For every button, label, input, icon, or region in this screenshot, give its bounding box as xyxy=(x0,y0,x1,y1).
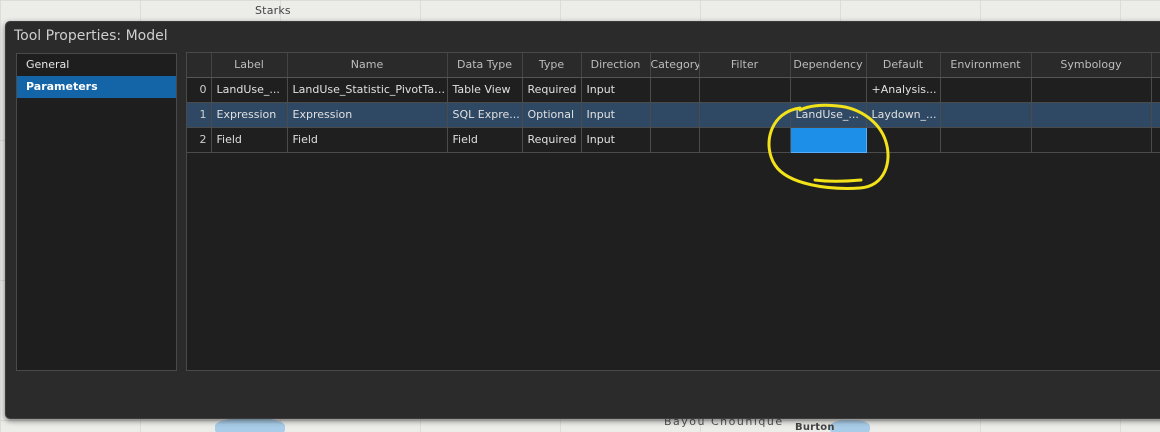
map-label-starks: Starks xyxy=(255,4,291,17)
cell-default[interactable]: +Analysis... xyxy=(866,77,941,103)
cell-data-type[interactable]: SQL Expre... xyxy=(447,102,523,128)
cell-dependency[interactable] xyxy=(790,77,867,103)
cell-type[interactable]: Required xyxy=(522,77,582,103)
column-header-dependency[interactable]: Dependency xyxy=(790,53,867,78)
cell-type[interactable]: Optional xyxy=(522,102,582,128)
column-header-data-type[interactable]: Data Type xyxy=(447,53,523,78)
dialog-title: Tool Properties: Model xyxy=(14,28,168,44)
column-header-label[interactable]: Label xyxy=(211,53,288,78)
cell-environment[interactable] xyxy=(940,77,1032,103)
column-header-environment[interactable]: Environment xyxy=(940,53,1032,78)
cell-filter[interactable] xyxy=(699,102,791,128)
sidebar-nav: General Parameters xyxy=(16,53,177,371)
cell-environment[interactable] xyxy=(940,127,1032,153)
cell-default[interactable] xyxy=(866,127,941,153)
cell-filter[interactable] xyxy=(699,127,791,153)
table-row[interactable]: 2 Field Field Field Required Input xyxy=(187,126,1160,153)
map-label-burton: Burton xyxy=(795,422,835,432)
cell-symbology[interactable] xyxy=(1031,77,1152,103)
cell-extra xyxy=(1151,102,1160,128)
cell-symbology[interactable] xyxy=(1031,127,1152,153)
cell-name[interactable]: Expression xyxy=(287,102,448,128)
row-index: 0 xyxy=(187,77,212,103)
cell-symbology[interactable] xyxy=(1031,102,1152,128)
table-row-selected[interactable]: 1 Expression Expression SQL Expre... Opt… xyxy=(187,102,1160,128)
cell-name[interactable]: LandUse_Statistic_PivotTable xyxy=(287,77,448,103)
cell-direction[interactable]: Input xyxy=(581,127,651,153)
cell-direction[interactable]: Input xyxy=(581,102,651,128)
map-water-feature xyxy=(830,420,870,432)
column-header-name[interactable]: Name xyxy=(287,53,448,78)
cell-dependency-active[interactable] xyxy=(789,126,867,153)
cell-filter[interactable] xyxy=(699,77,791,103)
cell-environment[interactable] xyxy=(940,102,1032,128)
table-header-row: Label Name Data Type Type Direction Cate… xyxy=(187,53,1160,78)
parameters-table: Label Name Data Type Type Direction Cate… xyxy=(187,53,1160,153)
cell-default[interactable]: Laydown_... xyxy=(866,102,941,128)
cell-category[interactable] xyxy=(650,127,700,153)
cell-name[interactable]: Field xyxy=(287,127,448,153)
row-index: 1 xyxy=(187,102,212,128)
column-header-extra xyxy=(1151,53,1160,78)
row-index: 2 xyxy=(187,127,212,153)
column-header-default[interactable]: Default xyxy=(866,53,941,78)
cell-extra xyxy=(1151,127,1160,153)
tool-properties-dialog: Tool Properties: Model General Parameter… xyxy=(5,21,1160,419)
cell-category[interactable] xyxy=(650,102,700,128)
column-header-filter[interactable]: Filter xyxy=(699,53,791,78)
table-row[interactable]: 0 LandUse_... LandUse_Statistic_PivotTab… xyxy=(187,77,1160,103)
cell-label[interactable]: LandUse_... xyxy=(211,77,288,103)
cell-type[interactable]: Required xyxy=(522,127,582,153)
cell-data-type[interactable]: Table View xyxy=(447,77,523,103)
column-header-type[interactable]: Type xyxy=(522,53,582,78)
cell-label[interactable]: Expression xyxy=(211,102,288,128)
map-water-feature xyxy=(215,418,285,432)
cell-extra xyxy=(1151,77,1160,103)
cell-label[interactable]: Field xyxy=(211,127,288,153)
column-header-category[interactable]: Category xyxy=(650,53,700,78)
column-header-symbology[interactable]: Symbology xyxy=(1031,53,1152,78)
cell-data-type[interactable]: Field xyxy=(447,127,523,153)
parameters-grid: Label Name Data Type Type Direction Cate… xyxy=(186,52,1160,371)
cell-category[interactable] xyxy=(650,77,700,103)
column-header-direction[interactable]: Direction xyxy=(581,53,651,78)
nav-item-parameters[interactable]: Parameters xyxy=(17,76,176,98)
column-header-index xyxy=(187,53,212,78)
cell-direction[interactable]: Input xyxy=(581,77,651,103)
nav-item-general[interactable]: General xyxy=(17,54,176,76)
cell-dependency[interactable]: LandUse_... xyxy=(790,102,867,128)
